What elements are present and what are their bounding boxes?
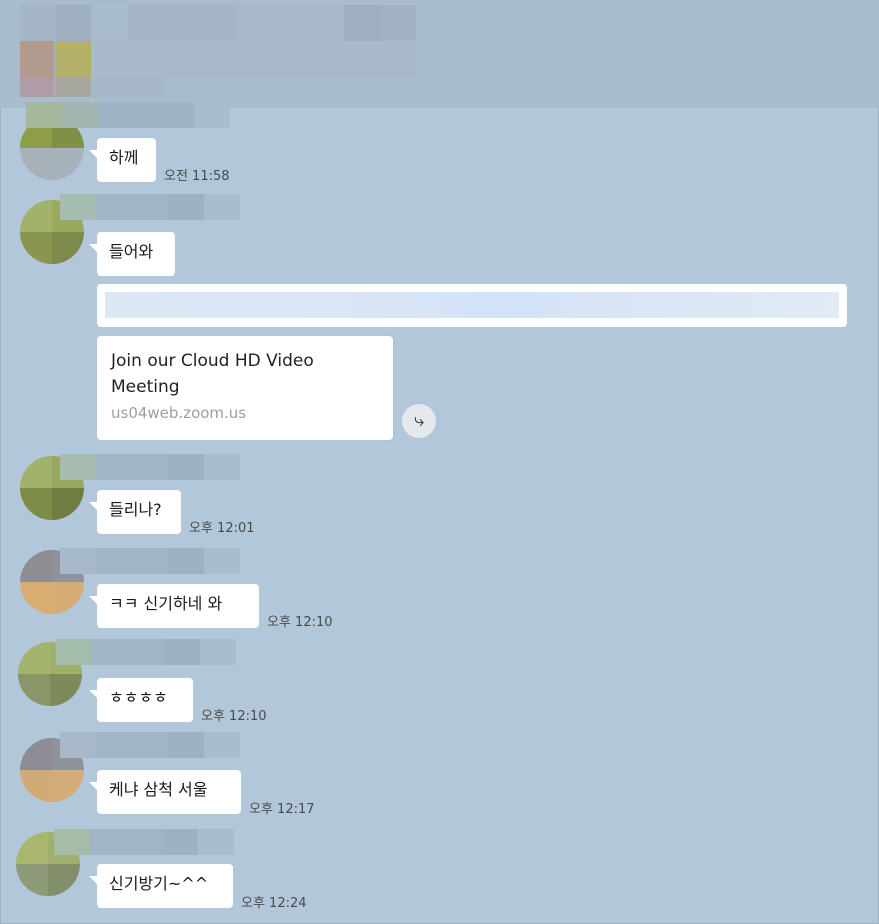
link-preview-domain: us04web.zoom.us — [111, 404, 247, 422]
chat-header-blurred — [0, 0, 879, 108]
sender-name-blurred — [60, 732, 240, 758]
message-time: 오전 11:58 — [164, 169, 230, 184]
sender-name-blurred — [60, 548, 240, 574]
message-time: 오후 12:01 — [189, 521, 255, 536]
message-time: 오후 12:24 — [241, 896, 307, 911]
message-text: ㅋㅋ 신기하네 와 — [109, 594, 223, 613]
link-url-blurred[interactable] — [97, 284, 847, 327]
message-time: 오후 12:10 — [201, 709, 267, 724]
message-text: 들리나? — [109, 500, 162, 519]
message-text: 들어와 — [109, 242, 154, 261]
sender-name-blurred — [60, 194, 240, 220]
message-text: 하께 — [109, 148, 139, 167]
share-arrow-icon[interactable]: ⤷ — [402, 404, 436, 438]
sender-name-blurred — [26, 102, 230, 128]
message-bubble[interactable]: 들리나? — [89, 490, 181, 534]
sender-name-blurred — [56, 639, 236, 665]
message-time: 오후 12:10 — [267, 615, 333, 630]
message-text: 케냐 삼척 서울 — [109, 780, 208, 799]
message-bubble[interactable]: 케냐 삼척 서울 — [89, 770, 241, 814]
message-bubble[interactable]: 신기방기~^^ — [89, 864, 233, 908]
message-time: 오후 12:17 — [249, 802, 315, 817]
link-preview-card[interactable]: Join our Cloud HD Video Meeting us04web.… — [97, 336, 393, 440]
link-preview-title: Join our Cloud HD Video Meeting — [111, 351, 314, 397]
sender-name-blurred — [54, 829, 234, 855]
message-text: ㅎㅎㅎㅎ — [109, 688, 168, 707]
message-bubble[interactable]: 하께 — [89, 138, 156, 182]
message-bubble[interactable]: ㅋㅋ 신기하네 와 — [89, 584, 259, 628]
message-bubble[interactable]: ㅎㅎㅎㅎ — [89, 678, 193, 722]
message-bubble[interactable]: 들어와 — [89, 232, 175, 276]
sender-name-blurred — [60, 454, 240, 480]
message-text: 신기방기~^^ — [109, 874, 209, 893]
